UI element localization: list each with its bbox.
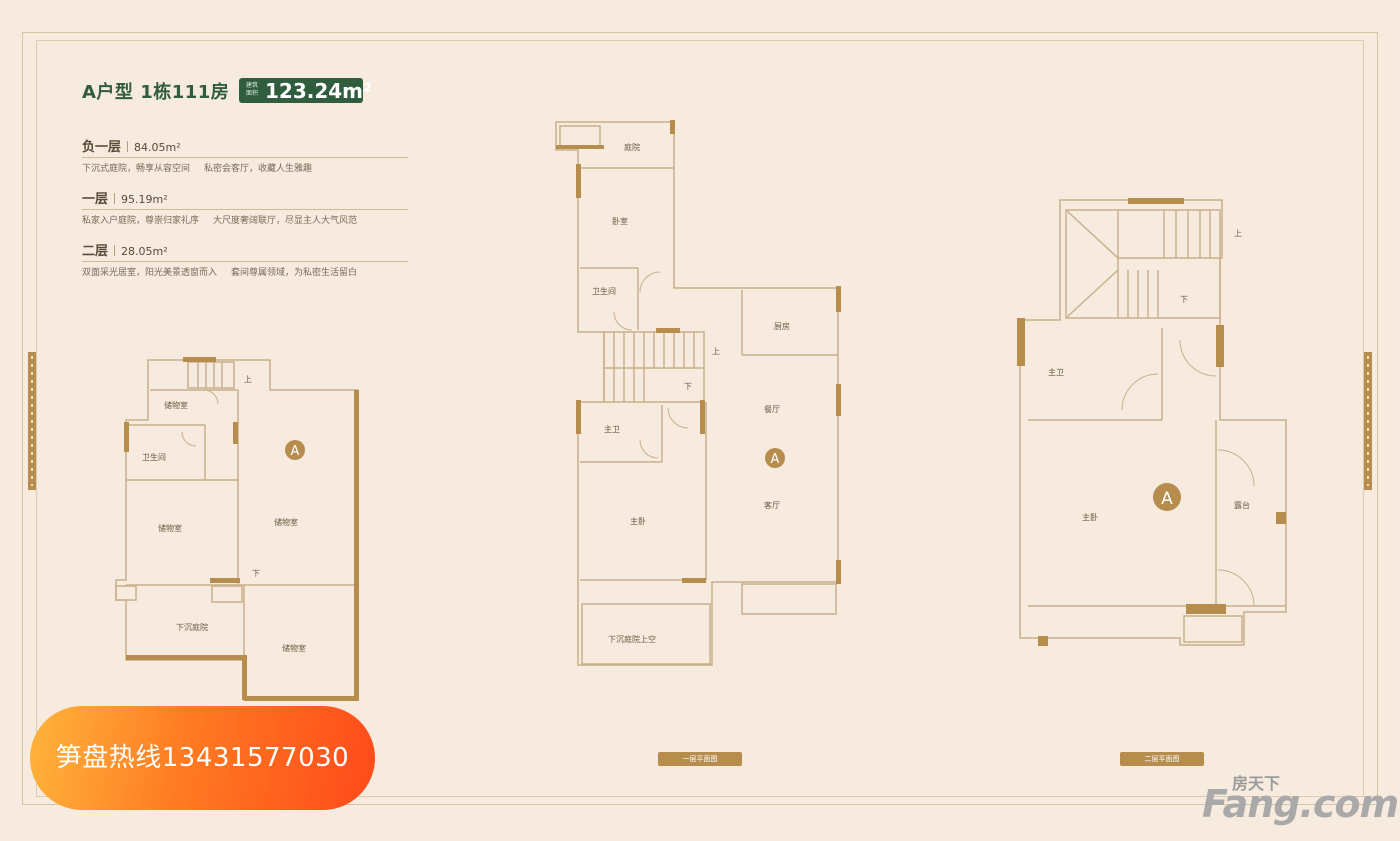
stairs-label: 下	[252, 569, 260, 578]
room-label: 卧室	[612, 216, 628, 226]
room-label: 主卧	[630, 516, 646, 526]
room-label: 储物室	[282, 643, 306, 653]
unit-marker-letter: A	[1161, 489, 1173, 509]
room-label: 主卧	[1082, 512, 1098, 522]
stairs-label: 下	[684, 382, 692, 391]
room-label: 客厅	[764, 500, 780, 510]
room-label: 储物室	[164, 400, 188, 410]
room-label: 厨房	[774, 321, 790, 331]
first-floor-plan-label: 一层平面图	[658, 752, 742, 766]
hotline-button[interactable]: 笋盘热线13431577030	[30, 706, 375, 810]
watermark-main: Fang.com	[1202, 782, 1399, 826]
room-label: 庭院	[624, 142, 640, 152]
fang-watermark: 房天下 Fang.com	[1202, 770, 1399, 830]
second-floor-plan	[1019, 199, 1287, 646]
first-floor-walls	[556, 120, 841, 584]
room-label: 下沉庭院上空	[608, 634, 656, 644]
second-floor-walls	[1017, 198, 1286, 646]
second-floor-plan-label: 二层平面图	[1120, 752, 1204, 766]
unit-marker-letter: A	[291, 444, 300, 459]
room-label: 下沉庭院	[176, 622, 208, 632]
unit-marker-letter: A	[771, 452, 780, 467]
room-label: 餐厅	[764, 405, 780, 414]
room-label: 储物室	[274, 517, 298, 527]
room-label: 储物室	[158, 523, 182, 533]
stairs-label: 上	[244, 375, 252, 384]
room-label: 卫生间	[142, 452, 166, 462]
room-label: 露台	[1234, 500, 1250, 510]
basement-plan	[115, 359, 359, 701]
stairs-label: 下	[1180, 295, 1188, 304]
first-floor-plan	[555, 121, 839, 666]
stairs-label: 上	[712, 347, 720, 356]
room-label: 主卫	[1048, 367, 1064, 377]
stairs-label: 上	[1234, 229, 1242, 238]
room-label: 卫生间	[592, 286, 616, 296]
room-label: 主卫	[604, 424, 620, 434]
